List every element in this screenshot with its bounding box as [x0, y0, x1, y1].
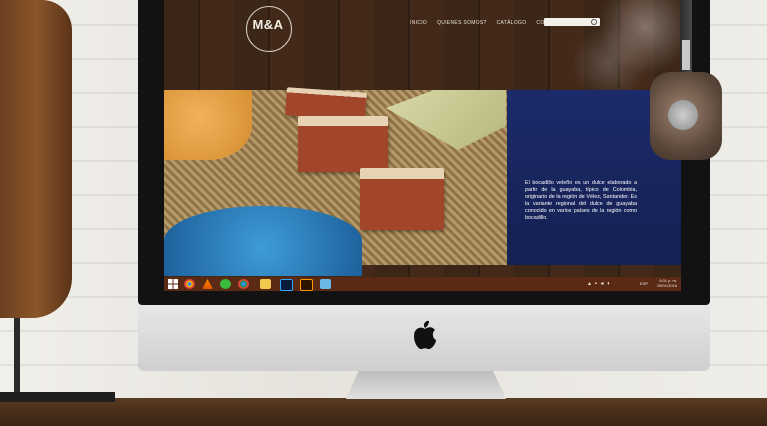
- nav-inicio[interactable]: INICIO: [410, 20, 427, 26]
- monitor-stand: [346, 371, 506, 399]
- monitor-bezel: M&A INICIO QUIENES SOMOS? CATÁLOGO CONTÁ…: [138, 0, 710, 305]
- site-header: M&A INICIO QUIENES SOMOS? CATÁLOGO CONTÁ…: [164, 0, 681, 90]
- illustrator-icon[interactable]: [300, 279, 313, 291]
- headphone-slider: [682, 40, 690, 70]
- headphone-logo-icon: [668, 100, 698, 130]
- language-indicator[interactable]: ESP: [640, 281, 648, 286]
- blue-plate: [164, 206, 362, 276]
- nav-catalogo[interactable]: CATÁLOGO: [497, 20, 527, 26]
- tray-icons[interactable]: ▴ ▪ ◂ ◐: [588, 280, 612, 287]
- food-photo: [164, 87, 507, 276]
- bocadillo-piece: [298, 116, 388, 172]
- hero-banner: El bocadillo veleño es un dulce elaborad…: [164, 87, 681, 276]
- apple-logo-icon: [414, 320, 436, 350]
- utorrent-icon[interactable]: [220, 279, 231, 289]
- photoshop-icon[interactable]: [280, 279, 293, 291]
- nav-quienes-somos[interactable]: QUIENES SOMOS?: [437, 20, 487, 26]
- mail-icon[interactable]: [320, 279, 331, 289]
- headphones: [650, 0, 730, 160]
- arepa-image: [164, 90, 252, 160]
- monitor-chin: [138, 305, 710, 371]
- headphone-cup: [650, 72, 722, 160]
- file-explorer-icon[interactable]: [260, 279, 271, 289]
- bijao-leaf: [386, 90, 506, 150]
- sculpture-stand: [14, 318, 20, 396]
- bocadillo-piece: [360, 168, 444, 230]
- vlc-icon[interactable]: [202, 279, 213, 289]
- chrome-icon[interactable]: [238, 279, 249, 289]
- windows-taskbar: ▴ ▪ ◂ ◐ ESP 5:01 p. m. 25/01/2016: [164, 277, 681, 291]
- logo-text: M&A: [252, 17, 284, 32]
- sculpture-base: [0, 392, 115, 402]
- chrome-icon[interactable]: [184, 279, 195, 289]
- screen: M&A INICIO QUIENES SOMOS? CATÁLOGO CONTÁ…: [164, 0, 681, 291]
- imac-monitor: M&A INICIO QUIENES SOMOS? CATÁLOGO CONTÁ…: [138, 0, 710, 372]
- windows-start-icon[interactable]: [168, 279, 178, 289]
- product-description: El bocadillo veleño es un dulce elaborad…: [525, 180, 637, 221]
- wooden-desk: [0, 398, 767, 426]
- clock[interactable]: 5:01 p. m. 25/01/2016: [657, 278, 677, 288]
- wood-sculpture: [0, 0, 72, 318]
- clock-date: 25/01/2016: [656, 283, 677, 288]
